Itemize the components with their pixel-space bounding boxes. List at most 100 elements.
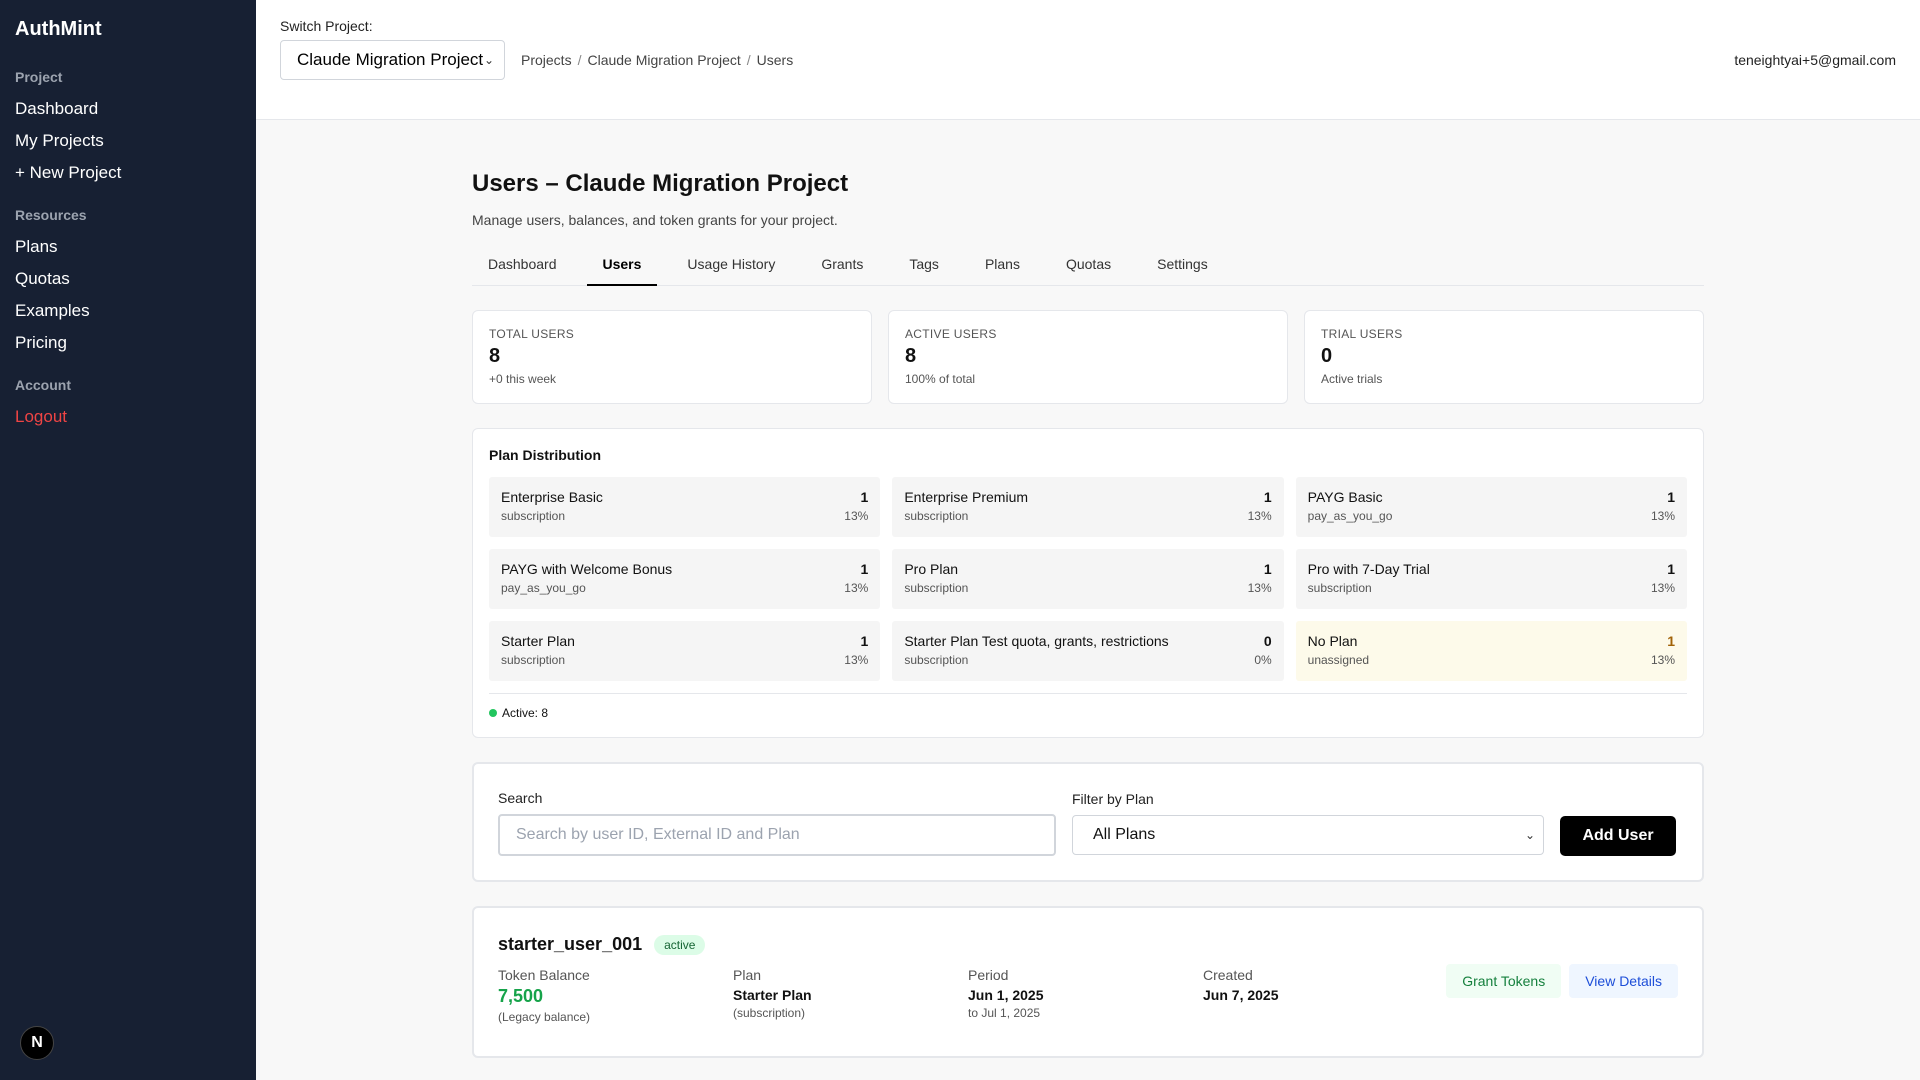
plan-cell: PAYG with Welcome Bonus pay_as_you_go 1 13… [489,549,881,609]
grant-tokens-button[interactable]: Grant Tokens [1446,964,1562,998]
sidebar: AuthMint Project Dashboard My Projects +… [0,0,256,1080]
period-label: Period [968,967,1009,983]
plan-filter-select[interactable]: All Plans ⌄ [1072,815,1544,855]
tab-bar: Dashboard Users Usage History Grants Tag… [472,252,1704,286]
sidebar-item-examples[interactable]: Examples [15,295,241,327]
plan-percent: 13% [1247,581,1272,595]
breadcrumb-separator: / [577,52,582,68]
plan-type: pay_as_you_go [501,581,586,595]
plan-distribution-footer: Active: 8 [489,693,1687,720]
plan-name: Enterprise Premium [904,489,1029,505]
stat-card-active-users: ACTIVE USERS 8 100% of total [888,310,1288,404]
sidebar-item-dashboard[interactable]: Dashboard [15,93,241,125]
sidebar-item-quotas[interactable]: Quotas [15,263,241,295]
page-title: Users – Claude Migration Project [472,170,849,197]
plan-count: 1 [860,633,869,649]
plan-filter-value: All Plans [1093,826,1156,843]
breadcrumb-project[interactable]: Claude Migration Project [587,52,740,68]
view-details-button[interactable]: View Details [1569,964,1678,998]
switch-project-label: Switch Project: [280,18,373,34]
token-balance-label: Token Balance [498,967,590,983]
plan-name: PAYG with Welcome Bonus [501,561,673,577]
breadcrumb-users: Users [756,52,794,68]
plan-cell: Pro with 7-Day Trial subscription 1 13% [1295,549,1687,609]
tab-grants[interactable]: Grants [805,252,879,285]
plan-count: 1 [1667,633,1675,649]
tab-dashboard[interactable]: Dashboard [472,252,573,285]
breadcrumb-projects[interactable]: Projects [521,52,572,68]
breadcrumb-separator: / [746,52,751,68]
sidebar-item-my-projects[interactable]: My Projects [15,125,241,157]
plan-type: subscription [501,653,566,667]
search-group: Search [498,790,1056,856]
tab-settings[interactable]: Settings [1141,252,1224,285]
plan-cell: Starter Plan subscription 1 13% [489,621,881,681]
tab-quotas[interactable]: Quotas [1050,252,1127,285]
plan-percent: 13% [844,653,869,667]
dev-tools-badge[interactable]: N [20,1026,54,1060]
created-label: Created [1203,967,1253,983]
stat-card-trial-users: TRIAL USERS 0 Active trials [1304,310,1704,404]
plan-name: Starter Plan Test quota, grants, restric… [904,633,1169,649]
plan-percent: 13% [1650,653,1675,667]
project-select[interactable]: Claude Migration Project ⌄ [280,40,505,80]
stat-label: TRIAL USERS [1321,327,1403,341]
period-column: Period Jun 1, 2025 to Jul 1, 2025 [968,967,1203,1024]
plan-name: Starter Plan [501,633,575,649]
stat-note: Active trials [1321,372,1383,386]
plan-name: Pro Plan [904,561,959,577]
section-project-title: Project [15,69,63,85]
plan-grid: Enterprise Basic subscription 1 13% Enterp… [489,477,1687,681]
plan-count: 0 [1263,633,1272,649]
sidebar-item-plans[interactable]: Plans [15,231,241,263]
plan-type: subscription [501,509,566,523]
user-card: starter_user_001 active Token Balance 7,… [472,906,1704,1058]
main-content: Users – Claude Migration Project Manage … [472,120,1704,1058]
plan-distribution-title: Plan Distribution [489,447,601,463]
plan-filter-group: Filter by Plan All Plans ⌄ [1072,791,1544,856]
sidebar-item-new-project[interactable]: + New Project [15,157,241,189]
sidebar-item-pricing[interactable]: Pricing [15,327,241,359]
tab-tags[interactable]: Tags [893,252,955,285]
plan-count: 1 [1263,489,1272,505]
plan-count: 1 [1667,489,1675,505]
search-input[interactable] [498,814,1056,856]
breadcrumb: Projects / Claude Migration Project / Us… [521,52,793,68]
add-user-button[interactable]: Add User [1560,816,1676,856]
stat-value: 8 [905,345,917,367]
plan-type: subscription [904,653,969,667]
brand-logo[interactable]: AuthMint [15,18,241,41]
top-bar: Switch Project: Claude Migration Project… [256,0,1920,120]
user-header: starter_user_001 active [498,934,1678,955]
plan-name: No Plan [1307,633,1358,649]
plan-count: 1 [1263,561,1272,577]
token-balance-value: 7,500 [498,986,544,1006]
plan-percent: 13% [844,509,869,523]
stat-value: 0 [1321,345,1333,367]
user-id: starter_user_001 [498,934,643,954]
plan-label: Plan [733,967,762,983]
plan-type: pay_as_you_go [1307,509,1393,523]
plan-count: 1 [860,561,869,577]
stats-row: TOTAL USERS 8 +0 this week ACTIVE USERS … [472,310,1704,404]
sidebar-item-logout[interactable]: Logout [15,401,241,433]
plan-count: 1 [1667,561,1675,577]
plan-cell: Pro Plan subscription 1 13% [892,549,1284,609]
tab-plans[interactable]: Plans [969,252,1036,285]
page-subtitle: Manage users, balances, and token grants… [472,212,838,228]
tab-users[interactable]: Users [586,252,658,286]
project-select-value: Claude Migration Project [297,50,484,69]
stat-value: 8 [489,345,501,367]
active-count: Active: 8 [502,706,549,720]
plan-cell: Enterprise Premium subscription 1 13% [892,477,1284,537]
stat-card-total-users: TOTAL USERS 8 +0 this week [472,310,872,404]
period-note: to Jul 1, 2025 [968,1006,1041,1020]
chevron-down-icon: ⌄ [1524,828,1535,842]
user-actions: Grant Tokens View Details [1446,964,1678,998]
stat-label: TOTAL USERS [489,327,575,341]
user-email: teneightyai+5@gmail.com [1734,52,1896,68]
chevron-down-icon: ⌄ [483,53,494,67]
section-account-title: Account [15,377,71,393]
plan-note: (subscription) [733,1006,806,1020]
tab-usage-history[interactable]: Usage History [671,252,791,285]
